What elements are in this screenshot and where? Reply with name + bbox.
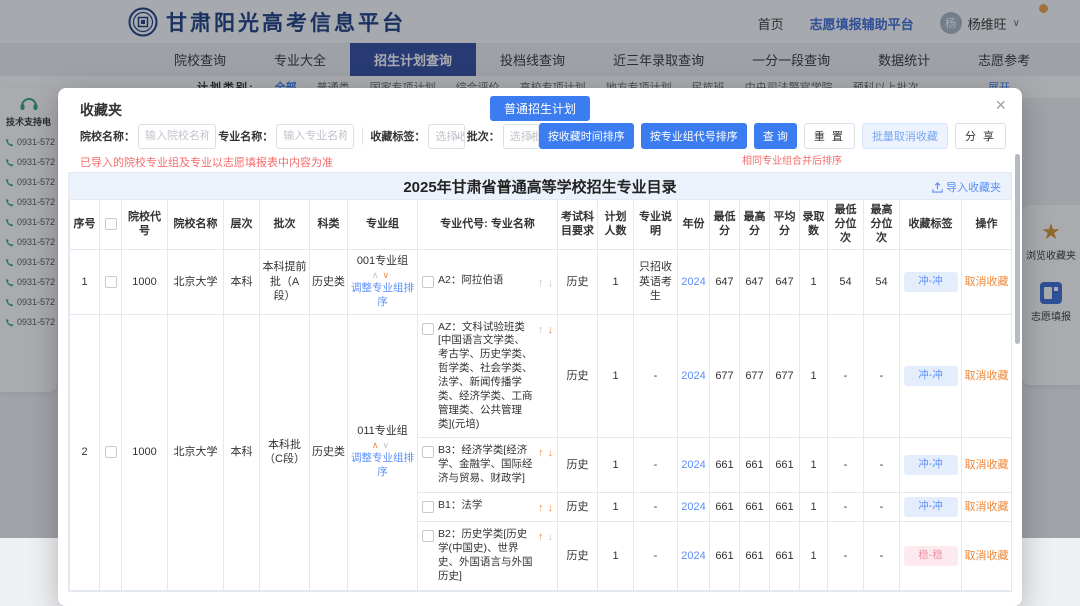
- move-major-down-icon[interactable]: ↓: [548, 276, 554, 290]
- cancel-favorite-link[interactable]: 取消收藏: [965, 550, 1009, 562]
- col-max-rank: 最高分位次: [864, 200, 900, 250]
- share-button[interactable]: 分 享: [955, 123, 1006, 149]
- row-checkbox[interactable]: [105, 446, 117, 458]
- col-max: 最高分: [740, 200, 770, 250]
- cancel-favorite-link[interactable]: 取消收藏: [965, 501, 1009, 513]
- table-scrollbar[interactable]: [1015, 154, 1020, 344]
- col-exam: 考试科目要求: [558, 200, 598, 250]
- import-favorites-button[interactable]: 导入收藏夹: [932, 179, 1001, 195]
- major-name-label: 专业名称：: [218, 128, 273, 144]
- col-subject: 科类: [310, 200, 348, 250]
- batch-select[interactable]: 选择批次∨: [503, 124, 539, 149]
- group-cell: 001专业组 ∧∨ 调整专业组排序: [348, 250, 418, 314]
- major-checkbox[interactable]: [422, 446, 434, 458]
- school-name-label: 院校名称：: [80, 128, 135, 144]
- cancel-favorite-link[interactable]: 取消收藏: [965, 459, 1009, 471]
- strategy-tag: 冲-冲: [904, 497, 958, 517]
- adjust-group-order-link[interactable]: 调整专业组排序: [350, 282, 415, 309]
- col-select: [100, 200, 122, 250]
- table-header-row: 序号 院校代号 院校名称 层次 批次 科类 专业组 专业代号: 专业名称 考试科…: [70, 200, 1012, 250]
- batch-cancel-favorite-button[interactable]: 批量取消收藏: [862, 123, 948, 149]
- action-buttons: 按收藏时间排序 按专业组代号排序 查 询 重 置 批量取消收藏 分 享: [539, 123, 1006, 149]
- strategy-tag: 冲-冲: [904, 272, 958, 292]
- major-checkbox[interactable]: [422, 530, 434, 542]
- move-group-down-icon[interactable]: ∨: [383, 440, 394, 450]
- adjust-group-order-link[interactable]: 调整专业组排序: [350, 452, 415, 479]
- chevron-down-icon: ∨: [454, 131, 461, 142]
- col-cnt: 录取数: [800, 200, 828, 250]
- move-major-up-icon[interactable]: ↑: [538, 323, 544, 337]
- batch-label: 批次：: [467, 128, 500, 144]
- reset-button[interactable]: 重 置: [804, 123, 855, 149]
- move-group-up-icon[interactable]: ∧: [372, 440, 383, 450]
- strategy-tag: 冲-冲: [904, 366, 958, 386]
- filter-row: 院校名称： 专业名称： 收藏标签： 选择收藏标签∨ 批次： 选择批次∨ 按收藏时…: [80, 122, 1006, 150]
- import-icon: [932, 182, 943, 193]
- favorites-table: 2025年甘肃省普通高等学校招生专业目录 导入收藏夹 序号 院校代号: [68, 172, 1012, 592]
- table-row: 2 1000 北京大学 本科 本科批（C段） 历史类 011专业组 ∧∨ 调整专…: [70, 314, 1012, 438]
- col-group: 专业组: [348, 200, 418, 250]
- year-link[interactable]: 2024: [681, 459, 705, 471]
- major-name-input[interactable]: [276, 124, 354, 149]
- major-checkbox[interactable]: [422, 276, 434, 288]
- import-note: 已导入的院校专业组及专业以志愿填报表中内容为准: [80, 154, 333, 170]
- col-year: 年份: [678, 200, 710, 250]
- strategy-tag: 冲-冲: [904, 455, 958, 475]
- major-checkbox[interactable]: [422, 501, 434, 513]
- sort-by-group-code-button[interactable]: 按专业组代号排序: [641, 123, 747, 149]
- close-icon[interactable]: ×: [995, 96, 1006, 114]
- move-group-up-icon[interactable]: ∧: [372, 270, 383, 280]
- move-major-down-icon[interactable]: ↓: [548, 323, 554, 337]
- col-level: 层次: [224, 200, 260, 250]
- move-major-up-icon[interactable]: ↑: [538, 446, 544, 460]
- move-major-up-icon[interactable]: ↑: [538, 501, 544, 515]
- col-plan: 计划人数: [598, 200, 634, 250]
- move-major-up-icon[interactable]: ↑: [538, 530, 544, 544]
- major-checkbox[interactable]: [422, 323, 434, 335]
- group-cell: 011专业组 ∧∨ 调整专业组排序: [348, 314, 418, 590]
- year-link[interactable]: 2024: [681, 370, 705, 382]
- table-title: 2025年甘肃省普通高等学校招生专业目录: [403, 176, 676, 197]
- favorites-modal: 收藏夹 普通招生计划 × 院校名称： 专业名称： 收藏标签： 选择收藏标签∨ 批…: [58, 88, 1022, 606]
- move-group-down-icon[interactable]: ∨: [383, 270, 394, 280]
- col-avg: 平均分: [770, 200, 800, 250]
- col-major: 专业代号: 专业名称: [418, 200, 558, 250]
- move-major-down-icon[interactable]: ↓: [548, 530, 554, 544]
- school-name-input[interactable]: [138, 124, 216, 149]
- col-seq: 序号: [70, 200, 100, 250]
- cancel-favorite-link[interactable]: 取消收藏: [965, 276, 1009, 288]
- chevron-down-icon: ∨: [528, 131, 535, 142]
- year-link[interactable]: 2024: [681, 276, 705, 288]
- strategy-tag: 稳-稳: [904, 546, 958, 566]
- table-title-bar: 2025年甘肃省普通高等学校招生专业目录 导入收藏夹: [69, 173, 1011, 199]
- select-all-checkbox[interactable]: [105, 218, 117, 230]
- sort-by-time-button[interactable]: 按收藏时间排序: [539, 123, 634, 149]
- plan-type-badge-button[interactable]: 普通招生计划: [490, 96, 590, 121]
- col-note: 专业说明: [634, 200, 678, 250]
- sort-note: 相同专业组合并后排序: [742, 152, 842, 167]
- move-major-down-icon[interactable]: ↓: [548, 501, 554, 515]
- year-link[interactable]: 2024: [681, 550, 705, 562]
- year-link[interactable]: 2024: [681, 501, 705, 513]
- move-major-up-icon[interactable]: ↑: [538, 276, 544, 290]
- col-tag: 收藏标签: [900, 200, 962, 250]
- col-min-rank: 最低分位次: [828, 200, 864, 250]
- cancel-favorite-link[interactable]: 取消收藏: [965, 370, 1009, 382]
- table-row: 1 1000 北京大学 本科 本科提前批（A段） 历史类 001专业组 ∧∨ 调…: [70, 250, 1012, 314]
- tag-select[interactable]: 选择收藏标签∨: [428, 124, 464, 149]
- col-min: 最低分: [710, 200, 740, 250]
- col-batch: 批次: [260, 200, 310, 250]
- col-code: 院校代号: [122, 200, 168, 250]
- modal-title: 收藏夹: [80, 100, 122, 120]
- move-major-down-icon[interactable]: ↓: [548, 446, 554, 460]
- row-checkbox[interactable]: [105, 276, 117, 288]
- col-op: 操作: [962, 200, 1012, 250]
- col-school: 院校名称: [168, 200, 224, 250]
- tag-label: 收藏标签：: [370, 128, 425, 144]
- query-button[interactable]: 查 询: [754, 123, 797, 149]
